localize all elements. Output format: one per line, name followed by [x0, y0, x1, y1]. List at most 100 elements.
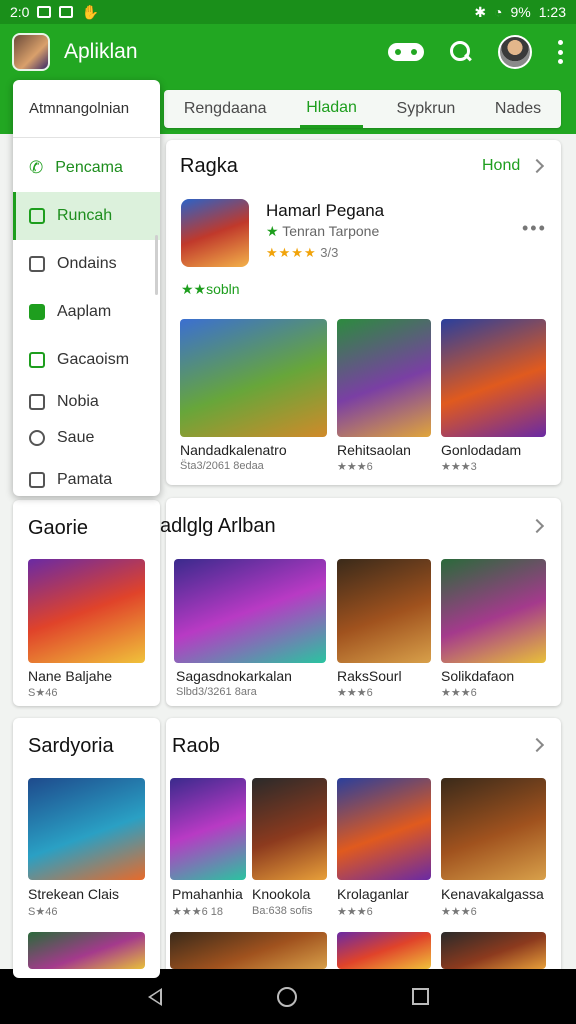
tab-3[interactable]: Nades: [489, 90, 547, 128]
gamepad-icon[interactable]: [388, 43, 424, 61]
game-thumbnail[interactable]: [441, 319, 546, 437]
game-meta: S★46: [28, 687, 58, 699]
game-meta: ★★★6 18: [172, 906, 223, 918]
search-icon[interactable]: [450, 41, 472, 63]
game-title[interactable]: Nane Baljahe: [28, 668, 112, 684]
game-meta: Ba:638 sofis: [252, 905, 313, 917]
document-icon: [29, 256, 45, 272]
game-thumbnail[interactable]: [174, 559, 326, 663]
menu-item-label: Pamata: [57, 471, 113, 488]
game-title[interactable]: Solikdafaon: [441, 668, 514, 684]
game-meta: S★46: [28, 906, 58, 918]
menu-item-label: Gacaoism: [57, 351, 130, 368]
game-thumbnail[interactable]: [28, 778, 145, 880]
game-meta: ★★★6: [337, 687, 373, 699]
menu-item-2[interactable]: Ondains: [13, 240, 160, 288]
overflow-menu-icon[interactable]: [558, 40, 564, 64]
status-clock: 1:23: [538, 4, 566, 20]
game-meta: S̈ta3/2061 8edaa: [180, 460, 264, 472]
menu-item-3[interactable]: Aaplam: [13, 288, 160, 336]
menu-item-4[interactable]: Gacaoism: [13, 336, 160, 384]
game-thumbnail[interactable]: [337, 559, 431, 663]
more-options-icon[interactable]: •••: [522, 218, 547, 239]
edit-icon: [29, 208, 45, 224]
featured-app-name[interactable]: Hamarl Pegana: [266, 201, 384, 221]
game-meta: ★★★6: [337, 461, 373, 473]
game-title[interactable]: Strekean Clais: [28, 886, 119, 902]
game-title[interactable]: Sagasdnokarkalan: [176, 668, 292, 684]
phone-icon: ✆: [29, 158, 44, 177]
game-thumbnail[interactable]: [441, 559, 546, 663]
image-icon: [59, 6, 74, 18]
rating-stars: ★★★★: [266, 245, 317, 260]
game-meta: ★★★3: [441, 461, 477, 473]
game-thumbnail[interactable]: [441, 932, 546, 969]
game-title[interactable]: Nandadkalenatro: [180, 442, 287, 458]
game-meta: ★★★6: [441, 687, 477, 699]
menu-header: Atmnangolnian: [13, 80, 160, 138]
wifi-icon: ◔: [494, 4, 503, 20]
app-title: Apliklan: [64, 40, 138, 63]
game-title[interactable]: Kenavakalgassa: [441, 886, 544, 902]
game-thumbnail[interactable]: [337, 319, 431, 437]
see-more-link[interactable]: Hond: [482, 157, 520, 175]
menu-item-label: Saue: [57, 429, 95, 446]
menu-item-label: Nobia: [57, 393, 99, 410]
featured-app-icon[interactable]: [181, 199, 249, 267]
game-thumbnail[interactable]: [28, 932, 145, 969]
notification-icon: ✋: [81, 3, 99, 20]
section-title: Raob: [172, 735, 220, 757]
section-title: Sardyoria: [28, 735, 114, 757]
game-title[interactable]: RaksSourl: [337, 668, 402, 684]
game-thumbnail[interactable]: [441, 778, 546, 880]
menu-item-label: Runcah: [57, 207, 113, 224]
timer-icon: [29, 430, 45, 446]
menu-item-5[interactable]: Nobia: [13, 384, 160, 420]
game-thumbnail[interactable]: [180, 319, 327, 437]
menu-item-label: Pencama: [55, 159, 123, 176]
featured-app-subtitle: ★ Tenran Tarpone: [266, 223, 380, 239]
checkbox-icon: [29, 472, 45, 488]
menu-item-0[interactable]: ✆ Pencama: [13, 144, 160, 192]
featured-app-rating: ★★★★ 3/3: [266, 245, 339, 260]
menu-item-7[interactable]: Pamata: [13, 456, 160, 504]
avatar[interactable]: [498, 35, 532, 69]
back-icon[interactable]: [147, 987, 162, 1006]
mail-icon: [29, 304, 45, 320]
menu-scrollbar[interactable]: [155, 235, 158, 295]
game-thumbnail[interactable]: [170, 778, 246, 880]
close-box-icon: [29, 394, 45, 410]
game-title[interactable]: Rehitsaolan: [337, 442, 411, 458]
bluetooth-icon: ✱: [474, 3, 487, 20]
menu-item-1-selected[interactable]: Runcah: [13, 192, 160, 240]
gallery-icon: [37, 6, 52, 18]
menu-item-6[interactable]: Saue: [13, 420, 160, 456]
tab-0[interactable]: Rengdaana: [178, 90, 273, 128]
status-time: 2:0: [10, 4, 30, 20]
tab-1-active[interactable]: Hladan: [300, 90, 363, 128]
section-title: Ragka: [180, 155, 238, 177]
game-thumbnail[interactable]: [337, 932, 431, 969]
menu-item-label: Aaplam: [57, 303, 112, 320]
menu-item-label: Ondains: [57, 255, 117, 272]
game-title[interactable]: Gonlodadam: [441, 442, 521, 458]
checkbox-checked-icon: [29, 352, 45, 368]
section-title: adlglg Arlban: [160, 515, 276, 537]
game-thumbnail[interactable]: [170, 932, 327, 969]
tab-2[interactable]: Sypkrun: [391, 90, 462, 128]
featured-tagline: ★★sobln: [181, 281, 240, 297]
app-bar: Apliklan: [0, 24, 576, 80]
game-title[interactable]: Knookola: [252, 886, 310, 902]
recent-apps-icon[interactable]: [411, 988, 429, 1005]
tab-bar: Rengdaana Hladan Sypkrun Nades: [164, 90, 561, 128]
game-title[interactable]: Pmahanhia: [172, 886, 243, 902]
status-bar: 2:0 ✋ ✱ ◔ 9% 1:23: [0, 0, 576, 24]
game-thumbnail[interactable]: [252, 778, 327, 880]
home-icon[interactable]: [276, 986, 297, 1007]
game-meta: Slbd3/3261 8ara: [176, 686, 257, 698]
game-title[interactable]: Krolaganlar: [337, 886, 409, 902]
game-thumbnail[interactable]: [337, 778, 431, 880]
game-meta: ★★★6: [337, 906, 373, 918]
app-logo[interactable]: [12, 33, 50, 71]
game-thumbnail[interactable]: [28, 559, 145, 663]
